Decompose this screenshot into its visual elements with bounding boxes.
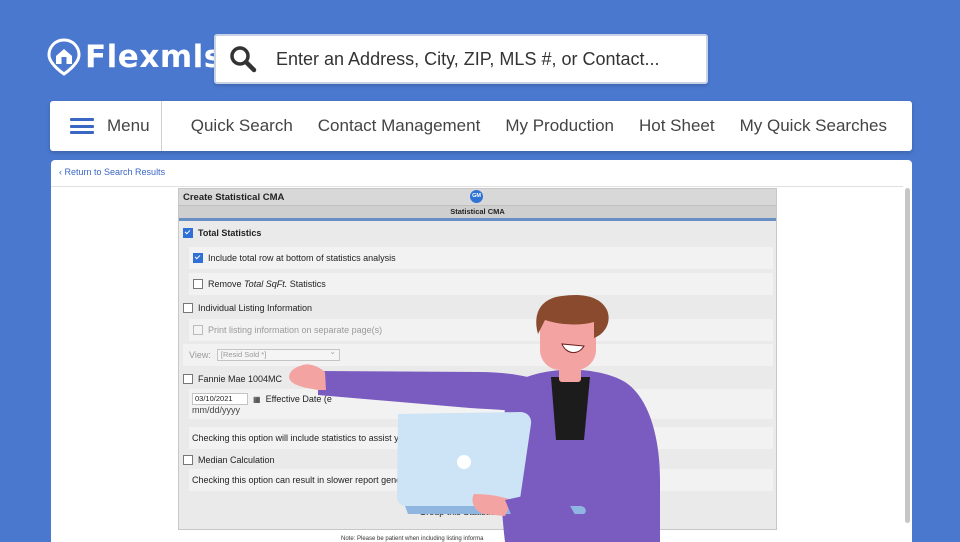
presenter-illustration bbox=[289, 294, 660, 542]
presenter-head-icon bbox=[536, 294, 609, 370]
